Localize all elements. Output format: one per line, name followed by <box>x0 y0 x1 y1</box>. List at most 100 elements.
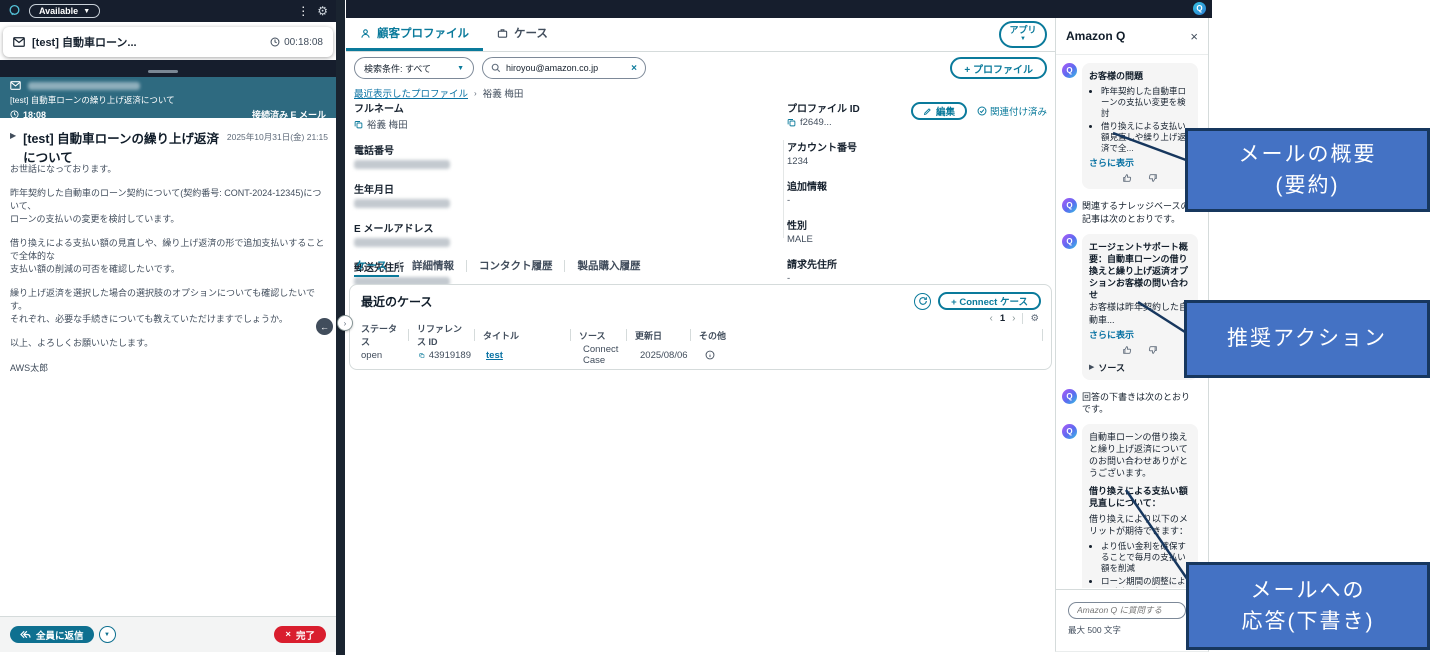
column-header: ソース <box>579 329 627 341</box>
amazon-q-avatar-icon: Q <box>1062 388 1077 404</box>
field-label: 生年月日 <box>354 185 394 196</box>
amazon-q-toggle-icon[interactable]: Q <box>1193 2 1206 15</box>
field-label: E メールアドレス <box>354 224 434 235</box>
field-label: 請求先住所 <box>787 260 837 271</box>
refresh-icon <box>918 297 927 305</box>
panel-drag-strip[interactable] <box>0 60 336 77</box>
annotation-line: 応答(下書き) <box>1241 610 1375 633</box>
channel-status: 接続済み E メール <box>251 110 326 120</box>
q-message-text: 関連するナレッジベースの記事は次のとおりです。 <box>1082 198 1198 224</box>
sub-tab-3[interactable]: コンタクト履歴 <box>467 255 565 277</box>
agent-status-select[interactable]: Available ▼ <box>29 4 101 18</box>
q-message: Q お客様の問題昨年契約した自動車ローンの支払い変更を検討借り換えによる支払い額見… <box>1062 63 1204 190</box>
close-icon[interactable]: × <box>1190 29 1198 44</box>
column-header-label: リファレンス ID <box>417 324 463 347</box>
collapse-thread-icon[interactable]: ▶ <box>10 131 16 140</box>
column-header: その他 <box>699 329 1043 341</box>
clock-icon <box>270 37 280 47</box>
q-bullet-item: 昨年契約した自動車ローンの支払い変更を検討 <box>1101 86 1191 119</box>
field-value: MALE <box>787 234 1042 245</box>
copy-icon[interactable] <box>787 118 796 127</box>
q-message: Q 自動車ローンの借り換えと繰り上げ返済についてのお問い合わせありがとうございます… <box>1062 423 1204 588</box>
field-value-text: - <box>787 273 791 284</box>
search-filter-select[interactable]: 検索条件: すべて ▼ <box>354 57 474 79</box>
page-next-icon[interactable]: › <box>1012 313 1015 324</box>
column-header: タイトル <box>483 329 571 341</box>
feedback-buttons <box>1089 345 1191 355</box>
thumbs-down-icon[interactable] <box>1148 173 1158 183</box>
apps-button[interactable]: アプリ ▼ <box>999 21 1047 48</box>
task-timer: 00:18:08 <box>270 37 323 48</box>
kebab-menu-icon[interactable]: ⋮ <box>297 4 309 18</box>
profile-field: 追加情報 - <box>787 178 1042 206</box>
recent-cases-card: 最近のケース + Connect ケース ‹ 1 › ⚙ ステータス リファレンス… <box>349 284 1052 370</box>
close-icon: × <box>285 629 291 640</box>
amazon-q-title: Amazon Q <box>1066 29 1126 43</box>
copy-icon[interactable] <box>354 120 363 129</box>
column-header-label: ソース <box>579 330 606 341</box>
show-more-link[interactable]: さらに表示 <box>1089 156 1191 169</box>
thumbs-up-icon[interactable] <box>1122 173 1132 183</box>
breadcrumb-separator: › <box>474 88 477 98</box>
q-message: Q エージェントサポート概要：自動車ローンの借り換えと繰り上げ返済オプションお客様… <box>1062 233 1204 380</box>
active-task-card[interactable]: [test] 自動車ローン... 00:18:08 <box>3 27 333 57</box>
breadcrumb-recent-profiles-link[interactable]: 最近表示したプロファイル <box>354 86 468 100</box>
sub-tab-4[interactable]: 製品購入履歴 <box>565 255 652 277</box>
field-label: プロファイル ID <box>787 104 860 115</box>
agent-header: Available ▼ ⋮ ⚙ <box>0 0 336 22</box>
column-header: リファレンス ID <box>417 324 475 347</box>
amazon-q-input[interactable] <box>1068 601 1186 619</box>
table-header-row: ステータス リファレンス ID タイトル ソース 更新日 その他 <box>350 324 1051 347</box>
sub-tab-2[interactable]: 詳細情報 <box>400 255 466 277</box>
refresh-button[interactable] <box>914 292 932 310</box>
search-input[interactable] <box>506 63 627 73</box>
q-bold-heading: 借り換えによる支払い額見直しについて： <box>1089 485 1188 508</box>
case-updated-cell: 2025/08/06 <box>640 349 688 361</box>
email-icon <box>10 77 21 95</box>
reply-options-button[interactable]: ▼ <box>98 626 116 643</box>
new-connect-case-button[interactable]: + Connect ケース <box>938 292 1041 310</box>
sub-tab-1[interactable]: ケース <box>354 255 399 277</box>
amazon-q-input-hint: 最大 500 文字 <box>1068 624 1121 635</box>
copy-icon[interactable] <box>419 351 425 360</box>
tab-cases[interactable]: ケース <box>483 18 562 51</box>
tab-customer-profile[interactable]: 顧客プロファイル <box>346 18 483 51</box>
gear-icon[interactable]: ⚙ <box>317 4 328 18</box>
email-paragraph: 昨年契約した自動車のローン契約について(契約番号: CONT-2024-1234… <box>10 188 322 225</box>
email-body: お世話になっております。 昨年契約した自動車のローン契約について(契約番号: CO… <box>10 163 326 386</box>
profile-search-box: × <box>482 57 646 79</box>
field-label: フルネーム <box>354 104 404 115</box>
sources-label: ソース <box>1098 362 1125 373</box>
field-value <box>354 198 774 209</box>
profile-field: 請求先住所 - <box>787 256 1042 284</box>
task-card-title: [test] 自動車ローン... <box>32 37 137 49</box>
thumbs-down-icon[interactable] <box>1148 345 1158 355</box>
banner-subject: [test] 自動車ローンの繰り上げ返済について <box>10 95 175 105</box>
field-value <box>354 159 774 170</box>
field-value-text: MALE <box>787 234 813 245</box>
table-settings-gear-icon[interactable]: ⚙ <box>1030 313 1039 324</box>
info-icon[interactable] <box>705 350 715 360</box>
sources-expander[interactable]: ▶ ソース <box>1089 361 1191 374</box>
collapse-panel-button[interactable]: ← <box>315 317 334 336</box>
clear-search-icon[interactable]: × <box>631 63 637 74</box>
redacted-value <box>354 160 450 169</box>
expand-panel-button[interactable]: › <box>337 315 353 331</box>
close-contact-button[interactable]: × 完了 <box>274 626 326 643</box>
page-number: 1 <box>999 313 1006 324</box>
page-prev-icon[interactable]: ‹ <box>989 313 992 324</box>
email-contact-panel: Available ▼ ⋮ ⚙ [test] 自動車ローン... 00:18:0… <box>0 0 336 652</box>
q-plain-text: 回答の下書きは次のとおりです。 <box>1082 391 1191 414</box>
q-message-title: お客様の問題 <box>1089 71 1144 81</box>
clock-icon <box>10 110 19 119</box>
table-row[interactable]: open 43919189 test Connect Case 2025/08/06 <box>350 344 1051 366</box>
reply-all-icon <box>20 630 31 639</box>
add-profile-button[interactable]: + プロファイル <box>950 57 1047 79</box>
q-message-card: 自動車ローンの借り換えと繰り上げ返済についてのお問い合わせありがとうございます。… <box>1082 423 1198 588</box>
workspace-top-bar: Q <box>346 0 1212 18</box>
cases-table: ステータス リファレンス ID タイトル ソース 更新日 その他 open 43919189 t… <box>350 324 1051 366</box>
show-more-link[interactable]: さらに表示 <box>1089 328 1191 341</box>
reply-all-button[interactable]: 全員に返信 <box>10 626 94 643</box>
case-title-link[interactable]: test <box>486 350 503 361</box>
thumbs-up-icon[interactable] <box>1122 345 1132 355</box>
